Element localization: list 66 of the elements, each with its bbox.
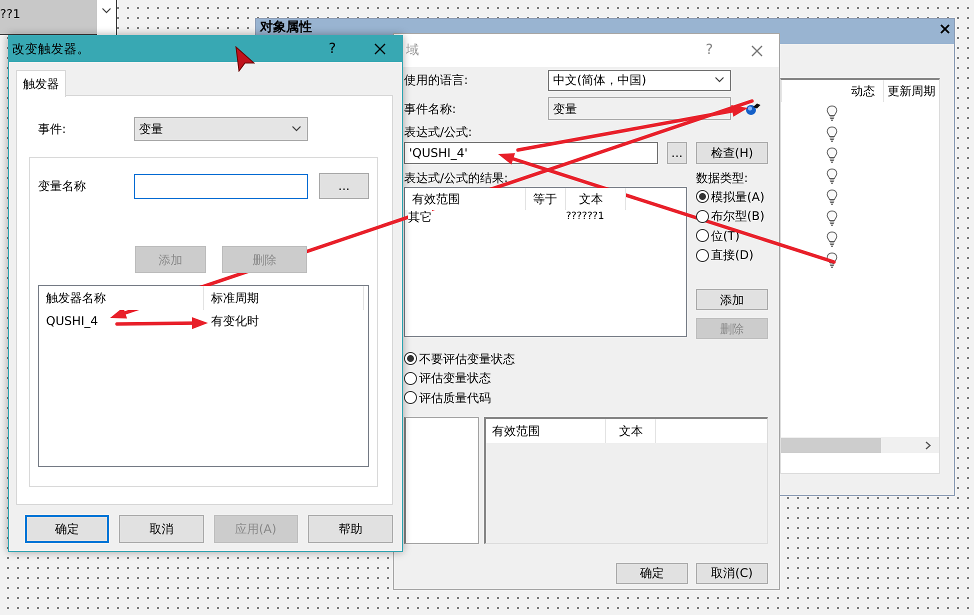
event-name-field[interactable]: 变量 xyxy=(548,97,731,120)
help-button[interactable]: ? xyxy=(706,40,713,61)
field-label: 变量名称 xyxy=(38,178,87,195)
radio-button[interactable] xyxy=(696,229,709,242)
chevron-icon[interactable] xyxy=(102,8,111,14)
lightbulb-icon xyxy=(826,210,838,226)
button[interactable]: 添加 xyxy=(696,289,768,310)
button[interactable]: 确定 xyxy=(25,515,110,543)
radio-label: 评估质量代码 xyxy=(419,390,491,407)
radio-label: 布尔型(B) xyxy=(711,208,765,226)
radio-label: 不要评估变量状态 xyxy=(419,350,515,368)
radio-button[interactable] xyxy=(404,372,417,385)
button[interactable]: 取消 xyxy=(119,515,204,543)
radio-label: 评估变量状态 xyxy=(419,370,491,388)
check-button[interactable]: 检查(H) xyxy=(696,142,768,164)
lightbulb-icon xyxy=(826,126,838,142)
lightbulb-icon xyxy=(826,252,838,268)
radio-label: 模拟量(A) xyxy=(711,188,765,206)
radio-button[interactable] xyxy=(404,352,417,366)
button[interactable]: 帮助 xyxy=(308,515,393,543)
field-label: 表达式/公式的结果: xyxy=(404,170,510,187)
lightbulb-icon xyxy=(826,230,838,246)
field-label: 事件名称: xyxy=(404,100,458,118)
lightbulb-icon xyxy=(826,146,838,162)
column-header[interactable]: 动态 xyxy=(781,80,884,102)
table-cell: QUSHI_4 xyxy=(46,314,98,328)
lightbulb-icon xyxy=(826,168,838,184)
language-dropdown[interactable]: 中文(简体，中国) xyxy=(548,70,731,90)
scrollbar-thumb[interactable] xyxy=(781,438,881,452)
radio-button[interactable] xyxy=(696,210,709,223)
tab[interactable]: 触发器 xyxy=(16,70,66,97)
button[interactable]: 取消(C) xyxy=(696,562,768,584)
scroll-right-icon[interactable] xyxy=(925,440,931,450)
table-cell: 其它 xyxy=(408,210,432,224)
window-title: 改变触发器。 xyxy=(12,40,90,58)
window-title: 域 xyxy=(406,42,419,60)
field-label: 表达式/公式: xyxy=(404,124,474,141)
close-icon[interactable] xyxy=(940,24,950,34)
event-dropdown[interactable]: 变量 xyxy=(134,117,308,141)
scrollbar[interactable] xyxy=(781,437,939,453)
button[interactable]: 确定 xyxy=(616,562,688,584)
radio-button[interactable] xyxy=(696,190,709,204)
close-icon[interactable] xyxy=(374,43,386,55)
expression-field[interactable]: 'QUSHI_4' xyxy=(404,142,658,164)
table-cell: 有变化时 xyxy=(211,314,259,328)
window-title: 对象属性 xyxy=(260,20,312,35)
close-icon[interactable] xyxy=(751,44,763,56)
dropdown-button[interactable] xyxy=(97,0,117,35)
help-button[interactable]: ? xyxy=(328,38,336,60)
browse-button[interactable]: ... xyxy=(319,173,369,199)
combo-text: ??1 xyxy=(0,7,20,21)
variable-name-field[interactable] xyxy=(134,174,308,198)
radio-button[interactable] xyxy=(404,391,417,404)
browse-button[interactable]: ... xyxy=(667,142,687,164)
radio-button[interactable] xyxy=(696,248,709,262)
lightbulb-icon xyxy=(826,104,838,120)
chevron-icon[interactable] xyxy=(715,77,724,83)
field-label: 使用的语言: xyxy=(404,72,470,89)
chevron-icon[interactable] xyxy=(292,126,301,132)
radio-label: 直接(D) xyxy=(711,247,754,264)
radio-label: 位(T) xyxy=(711,228,740,245)
lightbulb-icon xyxy=(826,188,838,204)
field-label: 数据类型: xyxy=(696,170,750,187)
globe-icon xyxy=(745,102,761,116)
field-label: 事件: xyxy=(38,121,68,138)
column-header[interactable]: 标准周期 xyxy=(204,286,364,310)
